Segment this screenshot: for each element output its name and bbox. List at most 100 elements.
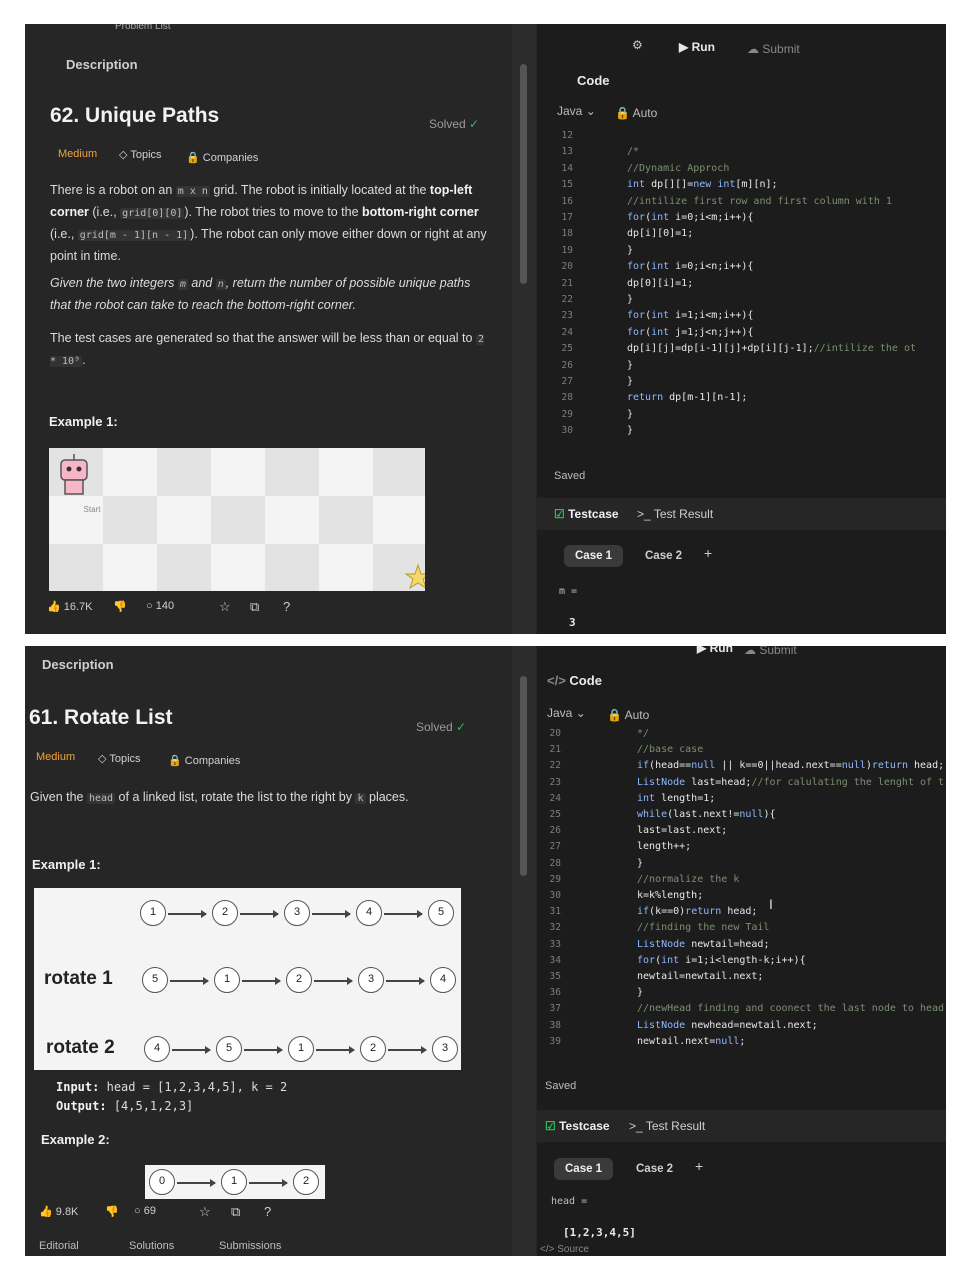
code-line[interactable]: 21 //base case (537, 744, 942, 760)
comments-button[interactable]: ○ 69 (134, 1205, 156, 1217)
scrollbar-thumb[interactable] (520, 64, 527, 284)
code-text: //newHead finding and coonect the last n… (637, 1003, 945, 1015)
case-1-button[interactable]: Case 1 (554, 1158, 614, 1180)
dislike-icon[interactable]: 👎 (105, 1205, 119, 1218)
example-2-diagram: 0 1 2 (145, 1165, 325, 1199)
footer-tab-editorial[interactable]: Editorial (39, 1240, 79, 1252)
code-line[interactable]: 15 int dp[][]=new int[m][n]; (541, 179, 946, 195)
share-icon[interactable]: ⧉ (231, 1204, 240, 1220)
submit-button[interactable]: ☁ Submit (747, 42, 800, 56)
code-line[interactable]: 34 for(int i=1;i<length-k;i++){ (537, 955, 942, 971)
code-line[interactable]: 36} (537, 987, 942, 1003)
code-text: return dp[m-1][n-1]; (627, 392, 748, 404)
language-select[interactable]: Java ⌄ (547, 706, 586, 720)
tab-test-result[interactable]: >_ Test Result (629, 1119, 705, 1133)
auto-save-toggle[interactable]: 🔒 Auto (615, 106, 657, 120)
code-line[interactable]: 37 //newHead finding and coonect the last… (537, 1003, 945, 1019)
like-button[interactable]: 👍 16.7K (47, 600, 93, 613)
input-var-value[interactable]: [1,2,3,4,5] (563, 1226, 636, 1239)
description-scrollbar[interactable] (512, 24, 536, 634)
favorite-star-icon[interactable]: ☆ (219, 599, 231, 615)
code-line[interactable]: 22 if(head==null || k==0||head.next==null… (537, 760, 945, 776)
code-line[interactable]: 20 */ (537, 728, 942, 744)
code-line[interactable]: 23 for(int i=1;i<m;i++){ (541, 310, 946, 326)
code-line[interactable]: 28} (537, 858, 942, 874)
code-line[interactable]: 17 for(int i=0;i<m;i++){ (541, 212, 946, 228)
footer-tab-submissions[interactable]: Submissions (219, 1240, 281, 1252)
code-line[interactable]: 30 k=k%length; (537, 890, 942, 906)
companies-button[interactable]: 🔒 Companies (186, 151, 258, 164)
like-button[interactable]: 👍 9.8K (39, 1205, 78, 1218)
code-line[interactable]: 26 last=last.next; (537, 825, 942, 841)
screenshot-rotate-list: Description 61. Rotate List Solved ✓ Med… (25, 646, 946, 1256)
code-line[interactable]: 18 dp[i][0]=1; (541, 228, 946, 244)
code-line[interactable]: 14 //Dynamic Approch (541, 163, 946, 179)
case-2-button[interactable]: Case 2 (625, 1158, 684, 1180)
run-button[interactable]: ▶ Run (679, 40, 715, 54)
list-node: 2 (212, 900, 238, 926)
code-line[interactable]: 16 //intilize first row and first column … (541, 196, 946, 212)
code-line[interactable]: 32 //finding the new Tail (537, 922, 942, 938)
case-2-button[interactable]: Case 2 (634, 545, 693, 567)
dislike-icon[interactable]: 👎 (113, 600, 127, 613)
source-tab[interactable]: </> Source (540, 1244, 589, 1255)
code-line[interactable]: 23 ListNode last=head;//for calulating th… (537, 777, 945, 793)
share-icon[interactable]: ⧉ (250, 599, 259, 615)
code-text: dp[i][0]=1; (627, 228, 694, 240)
tab-description[interactable]: Description (66, 57, 138, 72)
code-text: ListNode newhead=newtail.next; (637, 1019, 818, 1031)
topics-button[interactable]: ◇ Topics (98, 752, 141, 765)
code-tab[interactable]: Code (577, 73, 610, 88)
tab-testcase[interactable]: ☑ Testcase (554, 507, 619, 521)
favorite-star-icon[interactable]: ☆ (199, 1204, 211, 1220)
code-line[interactable]: 20 for(int i=0;i<n;i++){ (541, 261, 946, 277)
code-line[interactable]: 24 for(int j=1;j<n;j++){ (541, 327, 946, 343)
code-line[interactable]: 13 /* (541, 146, 946, 162)
code-line[interactable]: 25 while(last.next!=null){ (537, 809, 942, 825)
code-line[interactable]: 30} (541, 425, 946, 441)
code-line[interactable]: 24 int length=1; (537, 793, 942, 809)
run-button[interactable]: ▶ Run (697, 646, 733, 655)
code-line[interactable]: 33 ListNode newtail=head; (537, 939, 942, 955)
tab-description[interactable]: Description (42, 657, 114, 672)
code-line[interactable]: 25 dp[i][j]=dp[i-1][j]+dp[i][j-1];//inti… (541, 343, 946, 359)
case-1-button[interactable]: Case 1 (564, 545, 624, 567)
companies-button[interactable]: 🔒 Companies (168, 754, 240, 767)
code-line[interactable]: 27} (541, 376, 946, 392)
code-line[interactable]: 27 length++; (537, 841, 942, 857)
code-line[interactable]: 22} (541, 294, 946, 310)
help-icon[interactable]: ? (283, 599, 290, 614)
code-line[interactable]: 31 if(k==0)return head; (537, 906, 942, 922)
topics-button[interactable]: ◇ Topics (119, 148, 162, 161)
submit-button[interactable]: ☁ Submit (744, 646, 797, 657)
code-line[interactable]: 29} (541, 409, 946, 425)
lock-icon: 🔒 (607, 708, 622, 722)
footer-tab-solutions[interactable]: Solutions (129, 1240, 174, 1252)
add-case-button[interactable]: + (695, 1158, 703, 1174)
code-line[interactable]: 29 //normalize the k (537, 874, 942, 890)
tab-testcase[interactable]: ☑ Testcase (545, 1119, 610, 1133)
description-panel: Description 61. Rotate List Solved ✓ Med… (25, 646, 537, 1256)
code-line[interactable]: 28 return dp[m-1][n-1]; (541, 392, 946, 408)
add-case-button[interactable]: + (704, 545, 712, 561)
scrollbar-thumb[interactable] (520, 676, 527, 876)
auto-save-toggle[interactable]: 🔒 Auto (607, 708, 649, 722)
tab-test-result[interactable]: >_ Test Result (637, 507, 713, 521)
code-tab[interactable]: </> Code (547, 673, 602, 688)
code-line[interactable]: 12 (541, 130, 946, 146)
code-line[interactable]: 19} (541, 245, 946, 261)
language-select[interactable]: Java ⌄ (557, 104, 596, 118)
code-line[interactable]: 35 newtail=newtail.next; (537, 971, 942, 987)
arrow-icon (316, 1046, 355, 1053)
debug-icon[interactable]: ⚙ (632, 38, 643, 52)
code-line[interactable]: 21 dp[0][i]=1; (541, 278, 946, 294)
cloud-upload-icon: ☁ (744, 646, 756, 657)
problem-list-link[interactable]: Problem List (115, 24, 171, 32)
help-icon[interactable]: ? (264, 1204, 271, 1219)
comments-button[interactable]: ○ 140 (146, 600, 174, 612)
code-line[interactable]: 26 } (541, 360, 946, 376)
code-line[interactable]: 39 newtail.next=null; (537, 1036, 942, 1052)
arrow-icon (384, 910, 423, 917)
input-var-value[interactable]: 3 (569, 616, 576, 629)
code-line[interactable]: 38 ListNode newhead=newtail.next; (537, 1020, 942, 1036)
